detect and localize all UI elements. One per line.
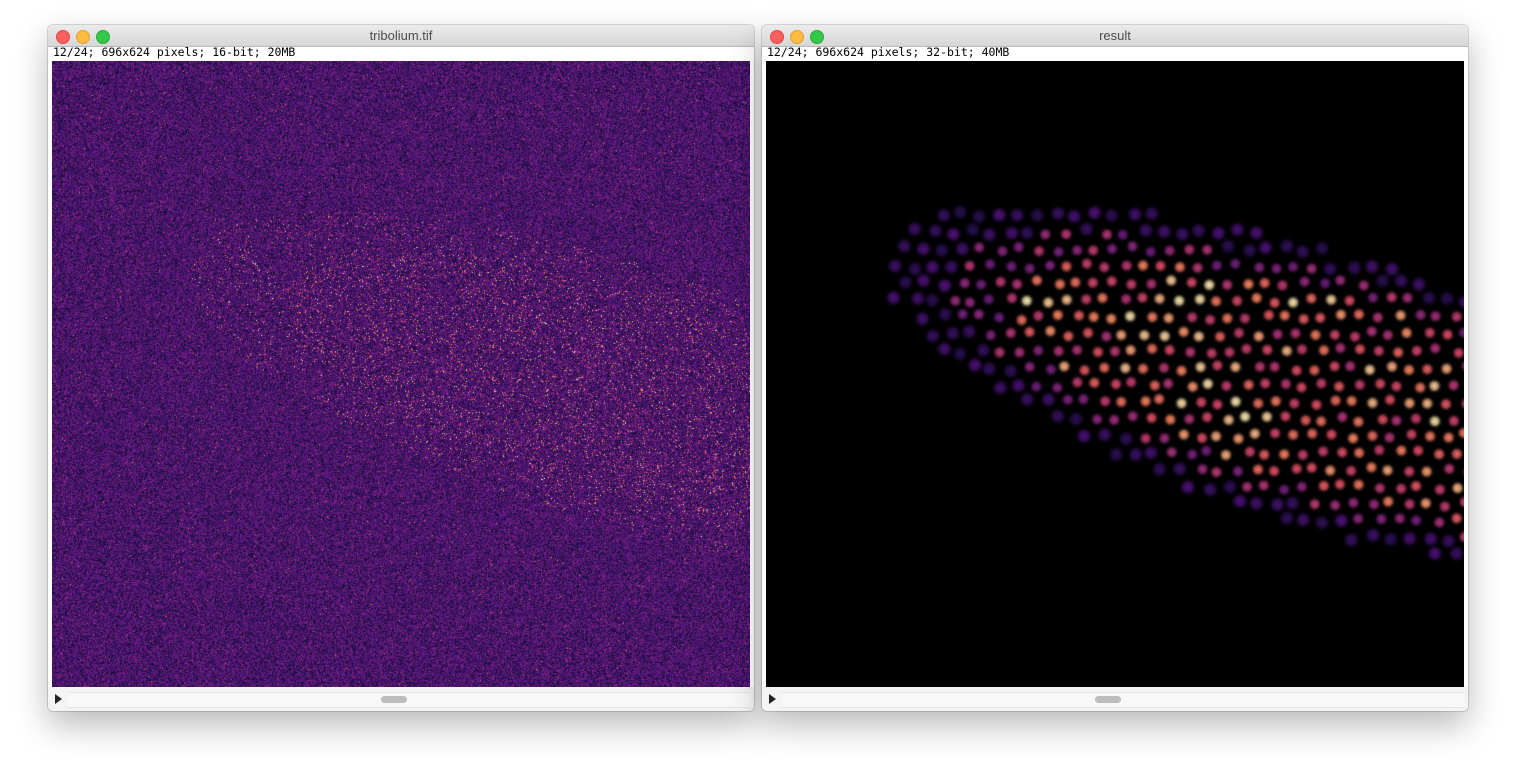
- minimize-icon[interactable]: [76, 30, 90, 44]
- zoom-icon[interactable]: [810, 30, 824, 44]
- stack-slider-thumb[interactable]: [1095, 696, 1121, 703]
- image-window-result[interactable]: result 12/24; 696x624 pixels; 32-bit; 40…: [762, 25, 1468, 711]
- play-icon[interactable]: [55, 694, 62, 704]
- restored-image[interactable]: [766, 61, 1464, 687]
- zoom-icon[interactable]: [96, 30, 110, 44]
- title-bar[interactable]: tribolium.tif: [48, 25, 754, 47]
- stack-slider-thumb[interactable]: [381, 696, 407, 703]
- raw-image[interactable]: [52, 61, 750, 687]
- close-icon[interactable]: [56, 30, 70, 44]
- image-canvas[interactable]: [766, 61, 1464, 687]
- play-icon[interactable]: [769, 694, 776, 704]
- image-info-label: 12/24; 696x624 pixels; 32-bit; 40MB: [767, 45, 1010, 59]
- close-icon[interactable]: [770, 30, 784, 44]
- image-info-label: 12/24; 696x624 pixels; 16-bit; 20MB: [53, 45, 296, 59]
- minimize-icon[interactable]: [790, 30, 804, 44]
- title-bar[interactable]: result: [762, 25, 1468, 47]
- stack-slider-bar: [48, 687, 754, 711]
- window-title: tribolium.tif: [369, 28, 433, 43]
- stack-slider[interactable]: [68, 692, 750, 708]
- image-canvas[interactable]: [52, 61, 750, 687]
- image-window-tribolium[interactable]: tribolium.tif 12/24; 696x624 pixels; 16-…: [48, 25, 754, 711]
- window-title: result: [1099, 28, 1131, 43]
- stack-slider[interactable]: [782, 692, 1464, 708]
- stack-slider-bar: [762, 687, 1468, 711]
